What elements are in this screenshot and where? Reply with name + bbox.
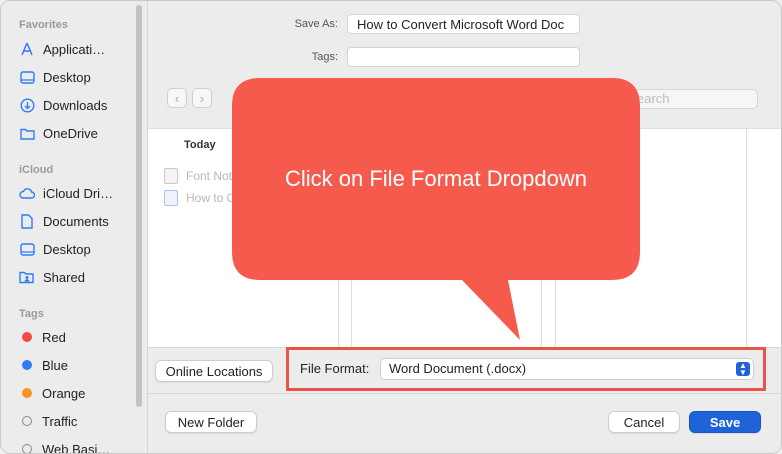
applications-icon <box>19 41 35 57</box>
tags-input[interactable] <box>347 47 580 67</box>
save-as-label: Save As: <box>294 18 338 30</box>
forward-button[interactable]: › <box>192 88 212 108</box>
sidebar-tag-traffic[interactable]: Traffic <box>19 410 137 432</box>
sidebar-scrollbar[interactable] <box>136 5 142 407</box>
blue-tag-dot <box>22 360 32 370</box>
word-file-icon <box>164 190 178 206</box>
sidebar-item-label: Orange <box>42 385 86 401</box>
desktop-icon <box>19 241 35 257</box>
sidebar-item-label: Traffic <box>42 413 78 429</box>
file-format-value: Word Document (.docx) <box>389 361 527 376</box>
search-input[interactable]: earch <box>626 89 758 109</box>
desktop-icon <box>19 69 35 85</box>
sidebar-item-shared[interactable]: Shared <box>19 266 137 288</box>
empty-tag-dot <box>22 416 32 426</box>
column-divider[interactable] <box>541 128 542 347</box>
cloud-icon <box>19 185 35 201</box>
new-folder-button[interactable]: New Folder <box>165 411 257 433</box>
file-icon <box>164 168 178 184</box>
sidebar-item-label: OneDrive <box>43 125 98 141</box>
sidebar-item-label: Red <box>42 329 66 345</box>
sidebar-item-label: Applicati… <box>43 41 106 57</box>
sidebar-tag-orange[interactable]: Orange <box>19 382 137 404</box>
back-button[interactable]: ‹ <box>167 88 187 108</box>
sidebar-item-documents[interactable]: Documents <box>19 210 137 232</box>
divider <box>148 393 781 394</box>
sidebar-item-label: Documents <box>43 213 109 229</box>
folder-icon <box>19 125 35 141</box>
sidebar-item-downloads[interactable]: Downloads <box>19 94 137 116</box>
chevron-up-down-icon: ▲ ▼ <box>736 362 750 377</box>
sidebar-item-label: Desktop <box>43 241 91 257</box>
sidebar-tag-blue[interactable]: Blue <box>19 354 137 376</box>
file-format-label: File Format: <box>300 361 370 376</box>
sidebar-item-label: Web Basi… <box>42 441 111 454</box>
sidebar: Favorites Applicati… Desktop Downloads O… <box>1 1 148 453</box>
callout-text: Click on File Format Dropdown <box>285 166 587 191</box>
sidebar-item-applications[interactable]: Applicati… <box>19 38 137 60</box>
online-locations-button[interactable]: Online Locations <box>155 360 273 382</box>
sidebar-item-label: Desktop <box>43 69 91 85</box>
sidebar-tag-red[interactable]: Red <box>19 326 137 348</box>
cancel-button[interactable]: Cancel <box>608 411 680 433</box>
list-item[interactable]: How to C <box>164 190 235 206</box>
red-tag-dot <box>22 332 32 342</box>
sidebar-item-label: Blue <box>42 357 69 373</box>
tags-heading: Tags <box>19 308 44 320</box>
file-browser: Today Font Not How to C <box>148 128 781 348</box>
shared-folder-icon <box>19 269 35 285</box>
empty-tag-dot <box>22 444 32 453</box>
column-divider[interactable] <box>338 128 339 347</box>
document-icon <box>19 213 35 229</box>
orange-tag-dot <box>22 388 32 398</box>
file-name: How to C <box>186 191 236 205</box>
column-divider[interactable] <box>746 128 747 347</box>
column-divider <box>555 128 556 347</box>
sidebar-item-icloud-desktop[interactable]: Desktop <box>19 238 137 260</box>
sidebar-item-label: iCloud Dri… <box>43 185 114 201</box>
chevron-left-icon: ‹ <box>174 90 180 106</box>
list-item[interactable]: Font Not <box>164 168 232 184</box>
sidebar-item-desktop[interactable]: Desktop <box>19 66 137 88</box>
column-heading-today: Today <box>184 139 216 151</box>
sidebar-item-onedrive[interactable]: OneDrive <box>19 122 137 144</box>
save-button[interactable]: Save <box>689 411 761 433</box>
sidebar-tag-web-basics[interactable]: Web Basi… <box>19 438 137 454</box>
sidebar-item-label: Downloads <box>43 97 108 113</box>
chevron-right-icon: › <box>199 90 205 106</box>
save-as-input[interactable]: How to Convert Microsoft Word Doc <box>347 14 580 34</box>
sidebar-item-label: Shared <box>43 269 85 285</box>
downloads-icon <box>19 97 35 113</box>
column-divider <box>351 128 352 347</box>
file-name: Font Not <box>186 169 233 183</box>
tags-label: Tags: <box>311 51 338 63</box>
file-format-dropdown[interactable]: Word Document (.docx) ▲ ▼ <box>380 358 754 380</box>
sidebar-item-icloud-drive[interactable]: iCloud Dri… <box>19 182 137 204</box>
icloud-heading: iCloud <box>19 164 54 176</box>
favorites-heading: Favorites <box>19 19 68 31</box>
